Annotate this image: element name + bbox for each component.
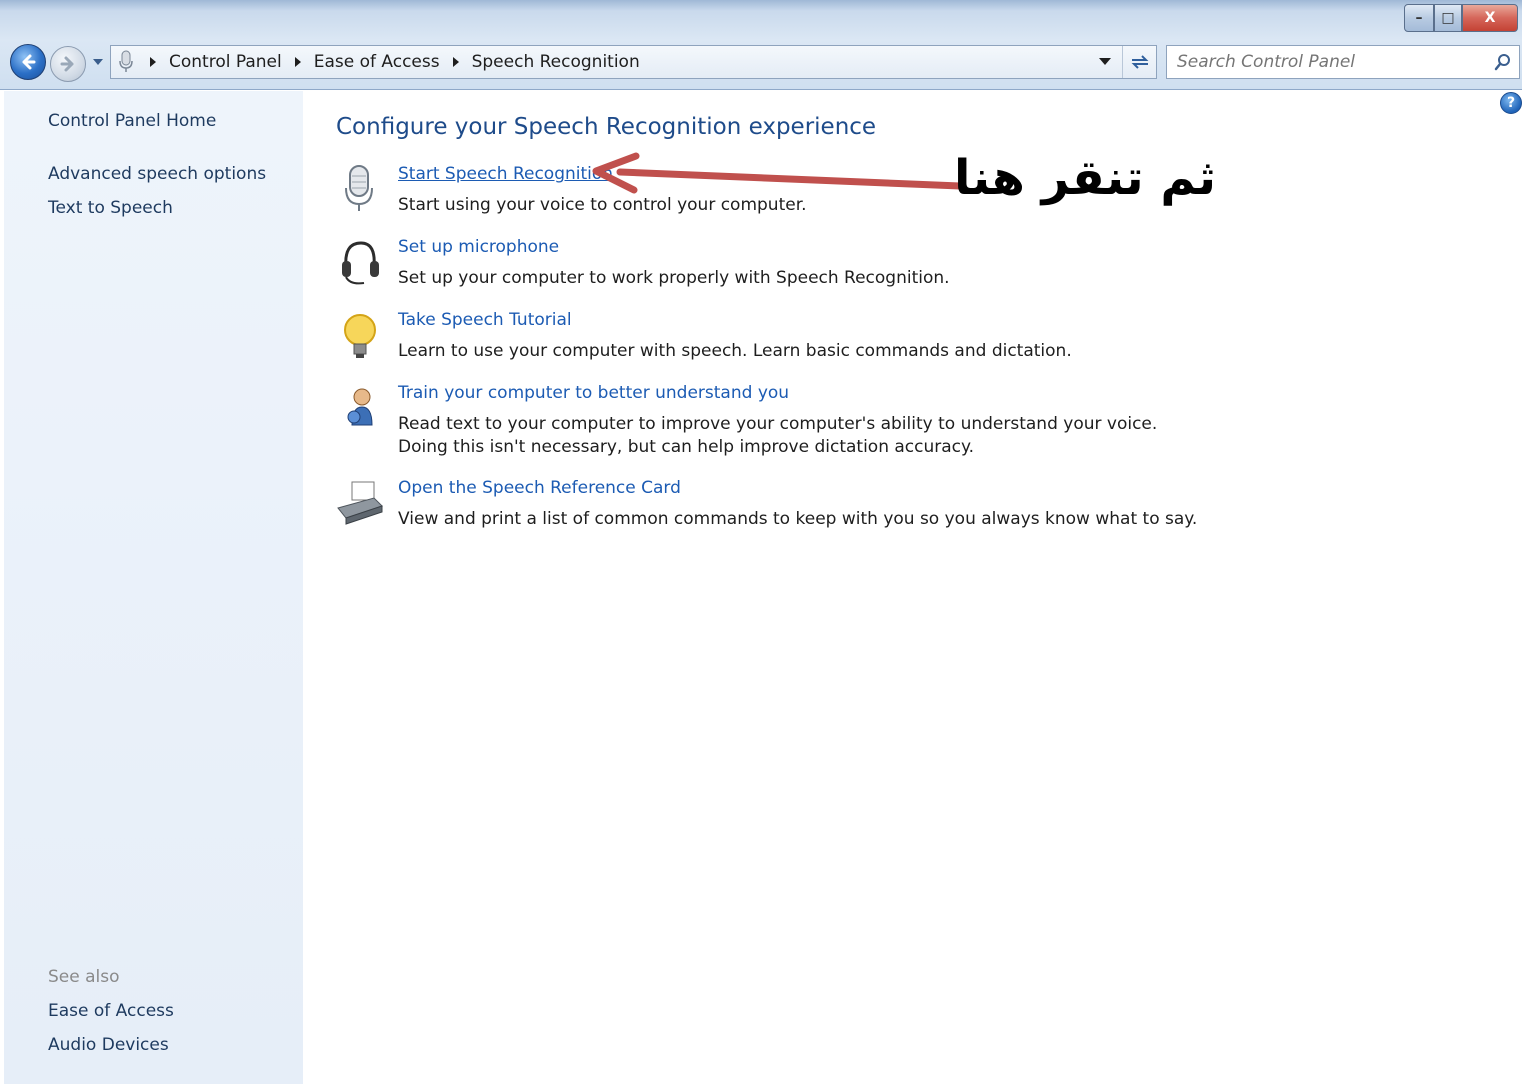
sidebar: Control Panel Home Advanced speech optio… — [4, 91, 303, 1084]
breadcrumb-speech-recognition[interactable]: Speech Recognition — [468, 52, 644, 72]
annotation-arrow — [592, 152, 964, 194]
task-description: View and print a list of common commands… — [398, 509, 1198, 529]
window-controls: – □ X — [1404, 4, 1518, 32]
sidebar-control-panel-home[interactable]: Control Panel Home — [48, 111, 216, 131]
chevron-down-icon — [1099, 58, 1111, 65]
minimize-button[interactable]: – — [1404, 4, 1434, 32]
take-speech-tutorial-link[interactable]: Take Speech Tutorial — [398, 310, 572, 330]
headset-icon — [342, 241, 379, 285]
page-title: Configure your Speech Recognition experi… — [336, 114, 877, 140]
address-bar[interactable]: Control Panel Ease of Access Speech Reco… — [110, 45, 1157, 79]
lightbulb-icon — [344, 314, 376, 358]
back-button[interactable] — [10, 44, 46, 80]
set-up-microphone-link[interactable]: Set up microphone — [398, 237, 559, 257]
microphone-icon — [345, 165, 373, 211]
task-description: Learn to use your computer with speech. … — [398, 341, 1072, 361]
printer-icon — [337, 481, 383, 525]
breadcrumb: Control Panel Ease of Access Speech Reco… — [141, 47, 644, 77]
user-training-icon — [347, 388, 373, 426]
recent-pages-dropdown-icon[interactable] — [91, 55, 105, 69]
search-icon[interactable] — [1493, 52, 1513, 72]
annotation-text: ثم تنقر هنا — [953, 150, 1216, 206]
task-description: Set up your computer to work properly wi… — [398, 268, 950, 288]
search-box — [1166, 45, 1520, 79]
chevron-right-icon[interactable] — [286, 47, 310, 77]
breadcrumb-ease-of-access[interactable]: Ease of Access — [310, 52, 444, 72]
train-computer-link[interactable]: Train your computer to better understand… — [398, 383, 789, 403]
back-arrow-icon — [22, 54, 36, 70]
maximize-button[interactable]: □ — [1434, 4, 1462, 32]
see-also-audio-devices[interactable]: Audio Devices — [48, 1035, 169, 1055]
address-history-dropdown[interactable] — [1096, 53, 1114, 71]
search-input[interactable] — [1167, 47, 1477, 77]
task-description: Read text to your computer to improve yo… — [398, 414, 1158, 457]
sidebar-advanced-speech-options[interactable]: Advanced speech options — [48, 164, 266, 184]
open-reference-card-link[interactable]: Open the Speech Reference Card — [398, 478, 681, 498]
close-button[interactable]: X — [1462, 4, 1518, 32]
sidebar-text-to-speech[interactable]: Text to Speech — [48, 198, 173, 218]
start-speech-recognition-link[interactable]: Start Speech Recognition — [398, 164, 613, 184]
breadcrumb-control-panel[interactable]: Control Panel — [165, 52, 286, 72]
refresh-button[interactable] — [1122, 46, 1156, 78]
see-also-ease-of-access[interactable]: Ease of Access — [48, 1001, 174, 1021]
chevron-right-icon[interactable] — [141, 47, 165, 77]
chevron-right-icon[interactable] — [444, 47, 468, 77]
forward-arrow-icon — [60, 56, 74, 72]
forward-button[interactable] — [50, 46, 86, 82]
help-icon[interactable]: ? — [1500, 92, 1522, 114]
refresh-icon — [1131, 55, 1148, 69]
see-also-heading: See also — [48, 967, 120, 987]
microphone-small-icon — [111, 47, 141, 77]
